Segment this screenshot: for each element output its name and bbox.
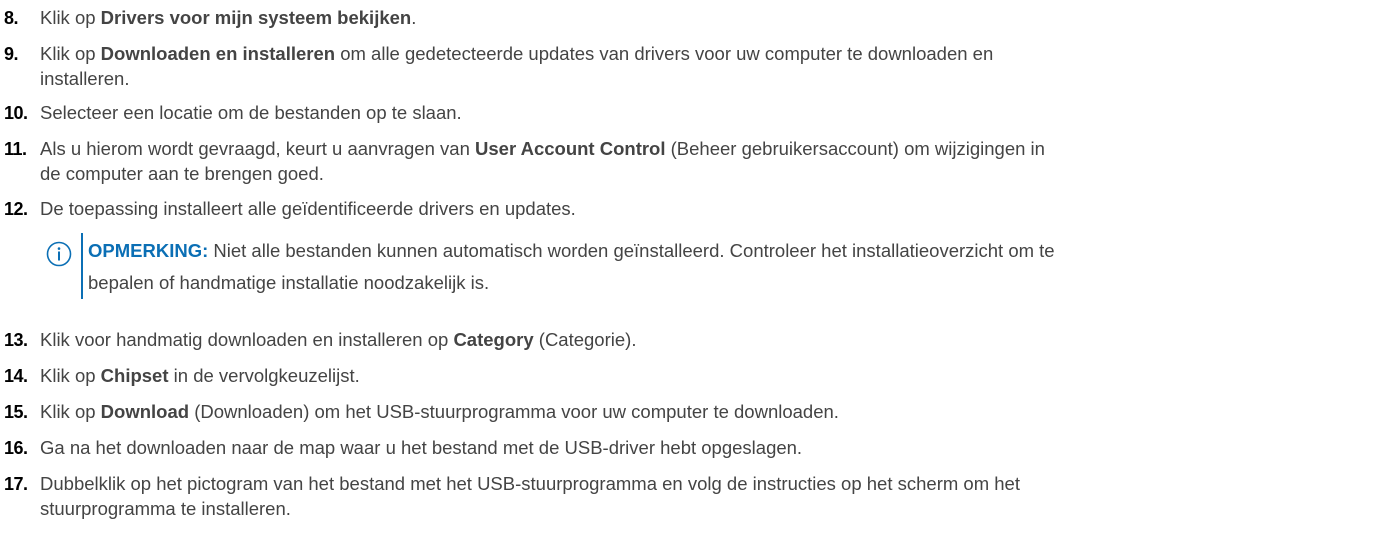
step-text: Klik voor handmatig downloaden en instal… — [40, 327, 1380, 353]
note-line: bepalen of handmatige installatie noodza… — [88, 272, 490, 293]
ui-element-name: Chipset — [100, 365, 169, 386]
step-text: Klik op Downloaden en installeren om all… — [40, 41, 1380, 67]
info-icon — [46, 241, 72, 267]
ui-element-name: Drivers voor mijn systeem bekijken — [100, 7, 412, 28]
text-run: Klik op — [40, 365, 101, 386]
step-text: Klik op Drivers voor mijn systeem bekijk… — [40, 5, 1380, 31]
ui-element-name: Category — [453, 329, 534, 350]
step-text-continued: stuurprogramma te installeren. — [40, 498, 291, 519]
step-number: 11. — [4, 139, 27, 159]
step-number: 9. — [4, 44, 19, 64]
step-text: Als u hierom wordt gevraagd, keurt u aan… — [40, 136, 1380, 162]
step-number: 17. — [4, 474, 28, 494]
step-text-continued: installeren. — [40, 68, 130, 89]
step-number: 8. — [4, 8, 19, 28]
text-run: Klik op — [40, 7, 101, 28]
text-run: Selecteer een locatie om de bestanden op… — [40, 102, 462, 123]
text-run: om alle gedetecteerde updates van driver… — [335, 43, 994, 64]
note-label: OPMERKING: — [88, 240, 209, 261]
note-callout: OPMERKING: Niet alle bestanden kunnen au… — [46, 233, 1386, 299]
note-accent-bar — [81, 233, 83, 299]
step-text: Dubbelklik op het pictogram van het best… — [40, 471, 1380, 497]
text-run: Klik op — [40, 401, 101, 422]
text-run: in de vervolgkeuzelijst. — [168, 365, 360, 386]
ui-element-name: Download — [100, 401, 190, 422]
text-run: Dubbelklik op het pictogram van het best… — [40, 473, 1020, 494]
note-text: OPMERKING: Niet alle bestanden kunnen au… — [88, 235, 1388, 299]
text-run: Ga na het downloaden naar de map waar u … — [40, 437, 803, 458]
step-text: Klik op Download (Downloaden) om het USB… — [40, 399, 1380, 425]
text-run: De toepassing installeert alle geïdentif… — [40, 198, 576, 219]
text-run: (Categorie). — [533, 329, 637, 350]
step-number: 12. — [4, 199, 28, 219]
step-text: Klik op Chipset in de vervolgkeuzelijst. — [40, 363, 1380, 389]
text-run: (Beheer gebruikersaccount) om wijziginge… — [665, 138, 1045, 159]
step-number: 16. — [4, 438, 28, 458]
step-text: Ga na het downloaden naar de map waar u … — [40, 435, 1380, 461]
note-line: Niet alle bestanden kunnen automatisch w… — [208, 240, 1055, 261]
text-run: (Downloaden) om het USB-stuurprogramma v… — [189, 401, 839, 422]
ui-element-name: User Account Control — [475, 138, 666, 159]
text-run: Klik voor handmatig downloaden en instal… — [40, 329, 454, 350]
ui-element-name: Downloaden en installeren — [100, 43, 336, 64]
step-text-continued: de computer aan te brengen goed. — [40, 163, 324, 184]
text-run: Als u hierom wordt gevraagd, keurt u aan… — [40, 138, 475, 159]
step-text: De toepassing installeert alle geïdentif… — [40, 196, 1380, 222]
step-text: Selecteer een locatie om de bestanden op… — [40, 100, 1380, 126]
step-number: 13. — [4, 330, 28, 350]
text-run: . — [411, 7, 417, 28]
text-run: Klik op — [40, 43, 101, 64]
step-number: 14. — [4, 366, 28, 386]
step-number: 10. — [4, 103, 28, 123]
step-number: 15. — [4, 402, 28, 422]
